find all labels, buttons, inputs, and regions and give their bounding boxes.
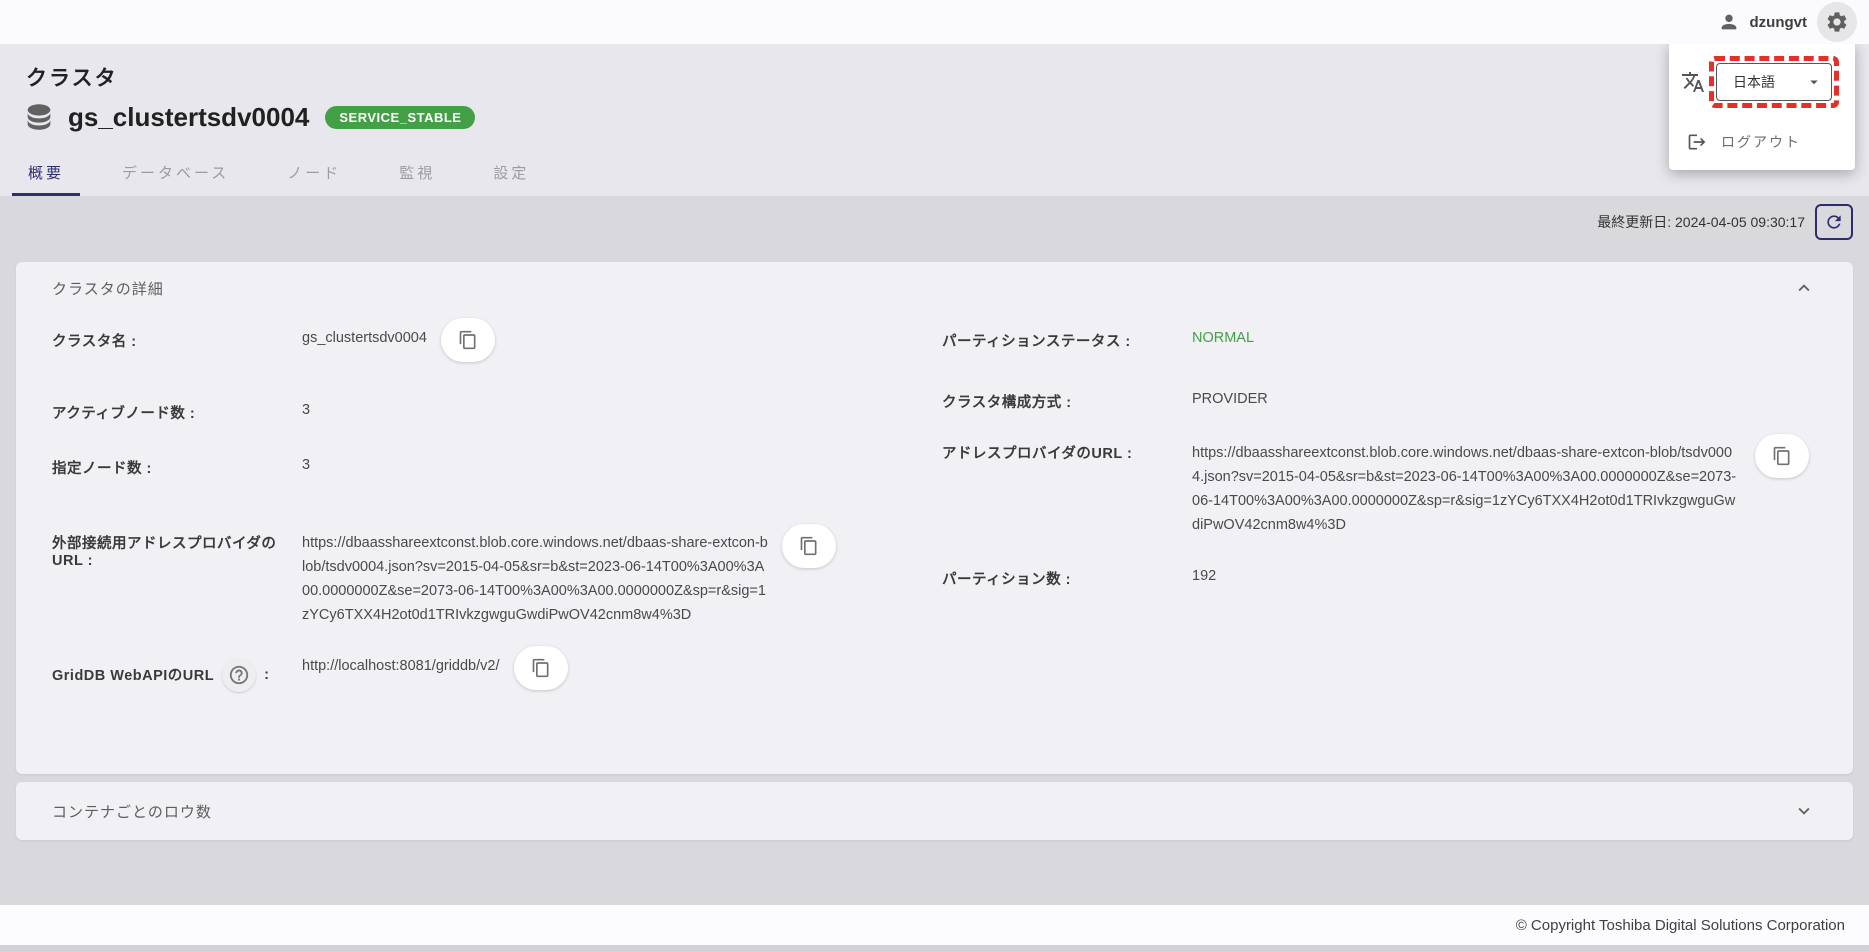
rows-per-container-header: コンテナごとのロウ数 <box>16 782 1853 840</box>
rows-per-container-title: コンテナごとのロウ数 <box>52 801 212 822</box>
cluster-title-row: gs_clustertsdv0004 SERVICE_STABLE <box>22 100 475 134</box>
annotation-highlight: 日本語 <box>1709 56 1839 108</box>
copy-external-url-button[interactable] <box>782 524 836 568</box>
field-value: 192 <box>1192 568 1216 584</box>
translate-icon <box>1681 70 1705 94</box>
details-left-column: クラスタ名 : gs_clustertsdv0004 アクティブノード数 : 3… <box>52 326 942 692</box>
settings-menu-button[interactable] <box>1817 2 1857 42</box>
copy-webapi-url-button[interactable] <box>514 646 568 690</box>
caret-down-icon <box>1805 73 1823 91</box>
field-value: http://localhost:8081/griddb/v2/ <box>302 658 500 674</box>
tab-bar: 概要 データベース ノード 監視 設定 <box>12 152 571 196</box>
gear-icon <box>1825 10 1849 34</box>
last-updated-text: 最終更新日: 2024-04-05 09:30:17 <box>1597 212 1805 232</box>
cluster-details-body: クラスタ名 : gs_clustertsdv0004 アクティブノード数 : 3… <box>16 314 1853 692</box>
tab-settings[interactable]: 設定 <box>477 152 545 196</box>
field-address-provider-url: アドレスプロバイダのURL : https://dbaasshareextcon… <box>942 442 1809 538</box>
username: dzungvt <box>1750 14 1808 31</box>
field-specified-nodes: 指定ノード数 : 3 <box>52 453 942 478</box>
field-label: GridDB WebAPIのURL : <box>52 654 302 692</box>
cluster-name: gs_clustertsdv0004 <box>68 102 309 133</box>
chevron-up-icon[interactable] <box>1793 277 1815 299</box>
help-button[interactable] <box>222 658 256 692</box>
field-value: 3 <box>302 457 310 473</box>
field-label: パーティションステータス : <box>942 326 1192 351</box>
field-label-text: GridDB WebAPIのURL <box>52 664 214 685</box>
tab-node[interactable]: ノード <box>271 152 357 196</box>
logout-label: ログアウト <box>1721 132 1801 152</box>
copy-cluster-name-button[interactable] <box>441 318 495 362</box>
partition-status-value: NORMAL <box>1192 330 1254 346</box>
help-icon <box>228 664 250 686</box>
chevron-down-icon[interactable] <box>1793 800 1815 822</box>
field-cluster-configuration: クラスタ構成方式 : PROVIDER <box>942 387 1809 412</box>
tab-monitoring[interactable]: 監視 <box>383 152 451 196</box>
field-label-colon: : <box>264 667 269 683</box>
refresh-icon <box>1824 212 1844 232</box>
field-label: アクティブノード数 : <box>52 398 302 423</box>
page-header: クラスタ gs_clustertsdv0004 SERVICE_STABLE 概… <box>0 44 1869 196</box>
language-select-value: 日本語 <box>1733 72 1775 92</box>
details-right-column: パーティションステータス : NORMAL クラスタ構成方式 : PROVIDE… <box>942 326 1809 692</box>
logout-menu-item[interactable]: ログアウト <box>1687 132 1845 152</box>
rows-per-container-panel: コンテナごとのロウ数 <box>16 782 1853 840</box>
field-label: パーティション数 : <box>942 564 1192 589</box>
cluster-details-header: クラスタの詳細 <box>16 262 1853 314</box>
bottom-strip <box>0 945 1869 952</box>
page-title: クラスタ <box>26 62 118 92</box>
field-webapi-url: GridDB WebAPIのURL : http://localhost:808… <box>52 654 942 692</box>
field-cluster-name: クラスタ名 : gs_clustertsdv0004 <box>52 326 942 362</box>
field-value: PROVIDER <box>1192 391 1268 407</box>
copy-icon <box>531 658 551 678</box>
language-select[interactable]: 日本語 <box>1716 63 1832 101</box>
field-label: クラスタ名 : <box>52 326 302 351</box>
field-partition-status: パーティションステータス : NORMAL <box>942 326 1809 351</box>
copy-icon <box>799 536 819 556</box>
cluster-details-title: クラスタの詳細 <box>52 278 164 299</box>
database-icon <box>22 100 56 134</box>
refresh-button[interactable] <box>1815 204 1853 240</box>
field-value: https://dbaasshareextconst.blob.core.win… <box>302 532 768 628</box>
field-label: アドレスプロバイダのURL : <box>942 442 1192 463</box>
copyright-text: © Copyright Toshiba Digital Solutions Co… <box>1516 917 1845 934</box>
language-row: 日本語 <box>1681 56 1845 108</box>
tab-database[interactable]: データベース <box>106 152 245 196</box>
tab-overview[interactable]: 概要 <box>12 152 80 196</box>
field-label: 指定ノード数 : <box>52 453 302 478</box>
field-value: https://dbaasshareextconst.blob.core.win… <box>1192 442 1741 538</box>
copy-address-provider-url-button[interactable] <box>1755 434 1809 478</box>
field-external-address-provider-url: 外部接続用アドレスプロバイダのURL : https://dbaassharee… <box>52 532 942 628</box>
status-badge: SERVICE_STABLE <box>325 106 475 129</box>
field-label: クラスタ構成方式 : <box>942 387 1192 412</box>
logout-icon <box>1687 132 1707 152</box>
field-partition-count: パーティション数 : 192 <box>942 564 1809 589</box>
topbar: dzungvt <box>0 0 1869 44</box>
copy-icon <box>458 330 478 350</box>
field-active-nodes: アクティブノード数 : 3 <box>52 398 942 423</box>
field-value: 3 <box>302 402 310 418</box>
copy-icon <box>1772 446 1792 466</box>
field-label: 外部接続用アドレスプロバイダのURL : <box>52 532 302 569</box>
refresh-row: 最終更新日: 2024-04-05 09:30:17 <box>1597 204 1853 240</box>
field-value: gs_clustertsdv0004 <box>302 330 427 346</box>
footer: © Copyright Toshiba Digital Solutions Co… <box>0 905 1869 945</box>
person-icon <box>1718 11 1740 33</box>
cluster-details-panel: クラスタの詳細 クラスタ名 : gs_clustertsdv0004 アクティブ… <box>16 262 1853 774</box>
user-menu: 日本語 ログアウト <box>1669 42 1855 170</box>
